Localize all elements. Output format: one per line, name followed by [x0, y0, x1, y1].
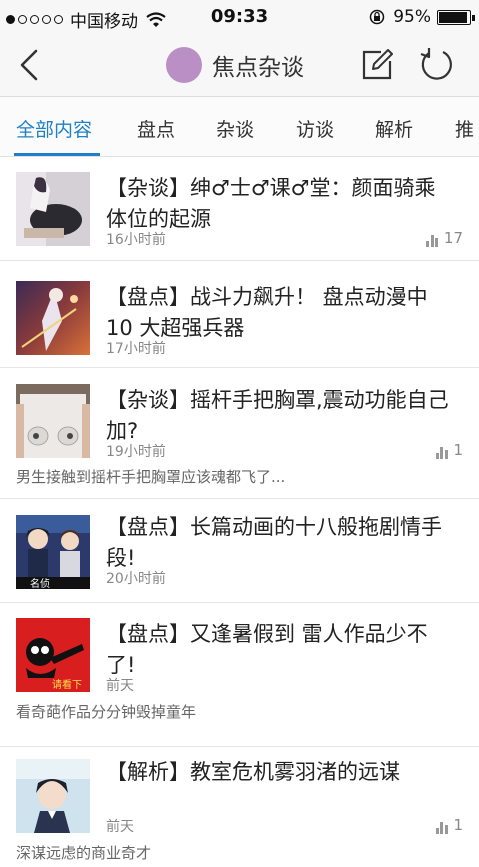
active-tab-indicator — [14, 153, 100, 156]
tab-ranking[interactable]: 盘点 — [137, 115, 175, 142]
article-title: 【解析】教室危机雾羽渚的远谋 — [106, 760, 400, 784]
view-count: 1 — [435, 816, 463, 834]
article-time: 16小时前 — [106, 232, 166, 248]
article-thumbnail: 请看下 — [16, 618, 90, 692]
thumbnail-text: 请看下 — [52, 678, 82, 691]
tab-interview[interactable]: 访谈 — [296, 115, 334, 142]
article-summary: 深谋远虑的商业奇才 — [16, 844, 152, 862]
article-title: 【盘点】长篇动画的十八般拖剧情手段! — [106, 515, 442, 570]
article-list: 【杂谈】绅♂士♂课♂堂：颜面骑乘体位的起源 16小时前 17 【盘点】战斗力飙升… — [0, 157, 479, 867]
category-tabs: 全部内容 盘点 杂谈 访谈 解析 推 — [0, 97, 479, 157]
article-thumbnail — [16, 172, 90, 246]
article-thumbnail — [16, 384, 90, 458]
refresh-icon[interactable] — [419, 47, 455, 83]
tab-recommend[interactable]: 推 — [455, 115, 474, 142]
list-item[interactable]: 【盘点】战斗力飙升！ 盘点动漫中 10 大超强兵器 17小时前 — [0, 261, 479, 368]
view-count: 1 — [435, 441, 463, 459]
stats-icon — [435, 447, 450, 459]
article-summary: 看奇葩作品分分钟毁掉童年 — [16, 703, 197, 721]
status-bar: 中国移动 09:33 95% — [0, 0, 479, 34]
article-title: 【盘点】战斗力飙升！ 盘点动漫中 10 大超强兵器 — [106, 285, 428, 340]
article-thumbnail — [16, 281, 90, 355]
tab-analysis[interactable]: 解析 — [375, 115, 413, 142]
orientation-lock-icon — [369, 9, 385, 25]
stats-icon — [435, 822, 450, 834]
article-time: 19小时前 — [106, 444, 166, 460]
article-time: 17小时前 — [106, 341, 166, 357]
article-time: 20小时前 — [106, 571, 166, 587]
list-item[interactable]: 【杂谈】绅♂士♂课♂堂：颜面骑乘体位的起源 16小时前 17 — [0, 157, 479, 261]
view-count-value: 17 — [443, 229, 463, 247]
view-count: 17 — [426, 229, 463, 247]
compose-icon[interactable] — [359, 47, 395, 83]
article-time: 前天 — [106, 819, 134, 835]
thumbnail-text: 名侦 — [30, 577, 50, 589]
tab-all[interactable]: 全部内容 — [16, 115, 92, 142]
article-thumbnail — [16, 759, 90, 833]
view-count-value: 1 — [453, 816, 463, 834]
article-title: 【盘点】又逢暑假到 雷人作品少不了! — [106, 622, 428, 677]
stats-icon — [426, 235, 440, 247]
nav-bar: 焦点杂谈 — [0, 34, 479, 97]
article-time: 前天 — [106, 678, 134, 694]
article-summary: 男生接触到摇杆手把胸罩应该魂都飞了... — [16, 468, 286, 486]
view-count-value: 1 — [453, 441, 463, 459]
list-item[interactable]: 【杂谈】摇杆手把胸罩,震动功能自己加? 19小时前 1 男生接触到摇杆手把胸罩应… — [0, 368, 479, 499]
battery-icon — [437, 9, 475, 25]
channel-avatar — [166, 47, 202, 83]
article-thumbnail: 名侦 — [16, 515, 90, 589]
article-title: 【杂谈】绅♂士♂课♂堂：颜面骑乘体位的起源 — [106, 176, 436, 231]
tab-chat[interactable]: 杂谈 — [216, 115, 254, 142]
list-item[interactable]: 请看下 【盘点】又逢暑假到 雷人作品少不了! 前天 看奇葩作品分分钟毁掉童年 — [0, 603, 479, 747]
back-icon[interactable] — [14, 48, 44, 82]
list-item[interactable]: 名侦 【盘点】长篇动画的十八般拖剧情手段! 20小时前 — [0, 499, 479, 603]
list-item[interactable]: 【解析】教室危机雾羽渚的远谋 前天 1 深谋远虑的商业奇才 — [0, 747, 479, 867]
page-title: 焦点杂谈 — [212, 55, 304, 81]
article-title: 【杂谈】摇杆手把胸罩,震动功能自己加? — [106, 388, 449, 443]
battery-percent: 95% — [393, 7, 431, 27]
